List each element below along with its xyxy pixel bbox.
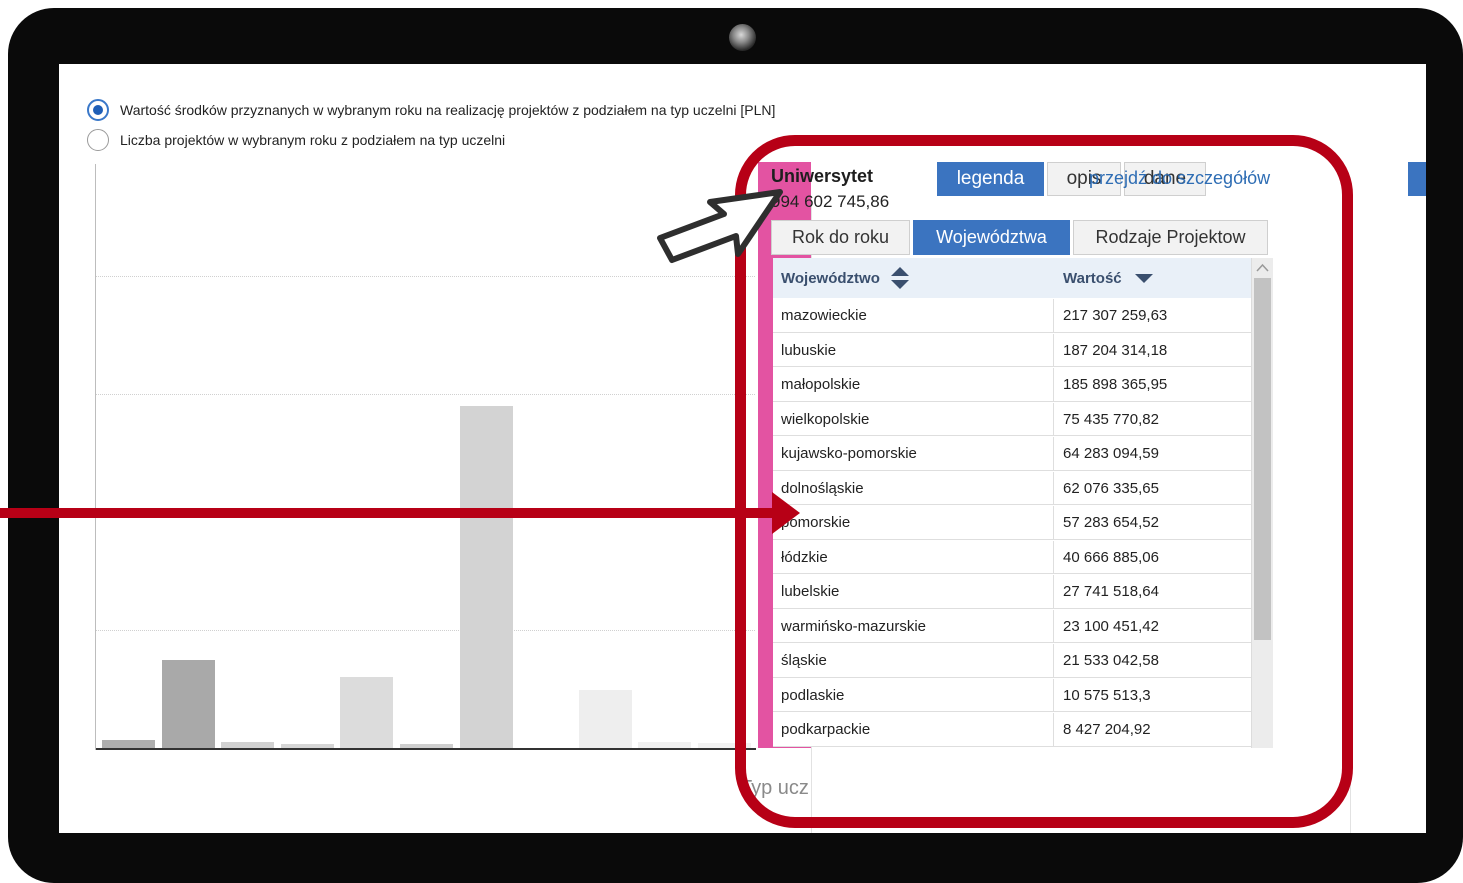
radio-selected-icon[interactable] [87,99,109,121]
radio-unselected-icon[interactable] [87,129,109,151]
option-count-label: Liczba projektów w wybranym roku z podzi… [120,132,506,148]
bar[interactable] [578,690,632,748]
bar[interactable] [459,406,513,748]
pointer-arrow-head [772,492,800,534]
bar[interactable] [638,742,692,748]
highlight-callout [735,135,1353,828]
option-count-row[interactable]: Liczba projektów w wybranym roku z podzi… [87,129,505,151]
cursor-arrow-icon [657,189,783,263]
bar[interactable] [161,660,215,748]
bar[interactable] [221,742,275,748]
bar[interactable] [340,677,394,748]
bar[interactable] [400,744,453,748]
gridline [96,630,755,631]
action-button-edge[interactable] [1408,162,1426,196]
x-axis [96,748,756,750]
option-value-label: Wartość środków przyznanych w wybranym r… [120,102,776,118]
bar[interactable] [102,740,155,748]
option-value-row[interactable]: Wartość środków przyznanych w wybranym r… [87,99,775,121]
gridline [96,276,755,277]
gridline [96,394,755,395]
camera-icon [729,24,756,51]
pointer-arrow-line [0,508,780,518]
y-axis [95,164,96,750]
bar[interactable] [280,744,334,748]
